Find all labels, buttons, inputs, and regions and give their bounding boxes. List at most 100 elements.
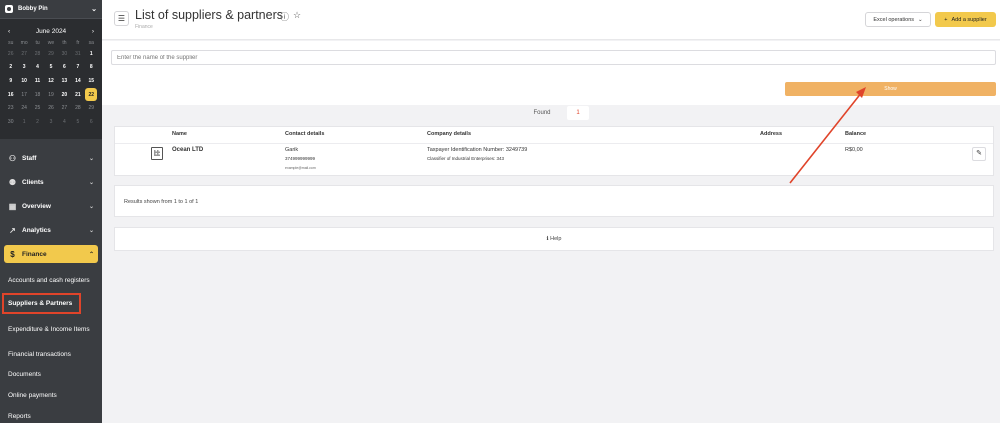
calendar-day[interactable]: 26 xyxy=(44,101,57,115)
calendar-day[interactable]: 29 xyxy=(85,101,98,115)
excel-operations-button[interactable]: Excel operations ⌄ xyxy=(865,12,931,27)
sidebar-sub-transactions[interactable]: Financial transactions xyxy=(0,344,102,364)
sidebar-item-label: Finance xyxy=(22,250,47,258)
sidebar-item-clients[interactable]: ⚉ Clients ⌄ xyxy=(0,170,102,194)
calendar-today[interactable]: 22 xyxy=(85,87,98,102)
plus-icon: + xyxy=(944,16,948,23)
calendar-day[interactable]: 15 xyxy=(85,74,98,88)
user-switcher[interactable]: Bobby Pin ⌄ xyxy=(0,0,102,19)
calendar-day[interactable]: 10 xyxy=(17,74,30,88)
trend-icon: ↗ xyxy=(9,225,16,235)
calendar: ‹ June 2024 › su mo tu we th fr sa 26 27 28 29 30 31… xyxy=(0,19,102,139)
chevron-down-icon: ⌄ xyxy=(918,16,923,23)
sidebar-sub-online-payments[interactable]: Online payments xyxy=(0,385,102,406)
chevron-up-icon: ⌃ xyxy=(88,251,94,258)
calendar-day[interactable]: 6 xyxy=(85,115,98,129)
calendar-day[interactable]: 30 xyxy=(58,47,71,61)
calendar-day[interactable]: 23 xyxy=(4,101,17,115)
calendar-day[interactable]: 16 xyxy=(4,88,17,102)
calendar-day[interactable]: 8 xyxy=(85,61,98,75)
calendar-day[interactable]: 27 xyxy=(17,47,30,61)
sidebar-sub-accounts[interactable]: Accounts and cash registers xyxy=(0,266,102,294)
calendar-day[interactable]: 28 xyxy=(71,101,84,115)
calendar-day[interactable]: 3 xyxy=(17,61,30,75)
found-count: 1 xyxy=(567,106,589,120)
calendar-day[interactable]: 25 xyxy=(31,101,44,115)
calendar-day[interactable]: 9 xyxy=(4,74,17,88)
calendar-day-name: su xyxy=(8,39,14,46)
sidebar-sub-reports[interactable]: Reports xyxy=(0,406,102,423)
column-header-name: Name xyxy=(172,131,187,137)
page-header: ☰ List of suppliers & partners ⓘ ☆ Finan… xyxy=(102,0,1000,40)
chevron-down-icon: ⌄ xyxy=(88,227,94,234)
logo-icon xyxy=(5,5,13,13)
results-summary: Results shown from 1 to 1 of 1 xyxy=(114,185,994,217)
add-supplier-button[interactable]: + Add a supplier xyxy=(935,12,996,27)
calendar-day[interactable]: 14 xyxy=(71,74,84,88)
star-icon[interactable]: ☆ xyxy=(293,10,301,23)
chevron-down-icon: ⌄ xyxy=(88,179,94,186)
calendar-day[interactable]: 24 xyxy=(17,101,30,115)
calendar-day[interactable]: 2 xyxy=(4,61,17,75)
found-counter: Found 1 xyxy=(517,106,589,120)
sidebar-item-label: Clients xyxy=(22,178,44,186)
calendar-day[interactable]: 26 xyxy=(4,47,17,61)
found-label: Found xyxy=(517,106,567,120)
column-header-address: Address xyxy=(760,131,783,137)
calendar-day[interactable]: 2 xyxy=(31,115,44,129)
calendar-day[interactable]: 29 xyxy=(44,47,57,61)
calendar-day-name: sa xyxy=(88,39,94,46)
supplier-search-input[interactable] xyxy=(111,50,996,65)
sidebar-sub-documents[interactable]: Documents xyxy=(0,364,102,385)
calendar-day[interactable]: 19 xyxy=(44,88,57,102)
help-link[interactable]: ℹ Help xyxy=(114,227,994,251)
supplier-name[interactable]: Ocean LTD xyxy=(172,147,203,153)
calendar-day[interactable]: 4 xyxy=(58,115,71,129)
breadcrumb[interactable]: Finance xyxy=(135,24,153,30)
contact-phone: 374999999999 xyxy=(285,156,316,161)
sidebar-item-analytics[interactable]: ↗ Analytics ⌄ xyxy=(0,218,102,242)
sidebar: Bobby Pin ⌄ ‹ June 2024 › su mo tu we th fr sa… xyxy=(0,0,102,423)
info-icon[interactable]: ⓘ xyxy=(280,10,289,23)
info-icon: ℹ xyxy=(546,236,549,242)
calendar-day[interactable]: 30 xyxy=(4,115,17,129)
column-header-balance: Balance xyxy=(845,131,867,137)
calendar-day[interactable]: 7 xyxy=(71,61,84,75)
hamburger-menu-button[interactable]: ☰ xyxy=(114,11,129,26)
sidebar-sub-expenditure[interactable]: Expenditure & Income Items xyxy=(0,314,102,344)
calendar-day-name: mo xyxy=(20,39,28,46)
prev-month-button[interactable]: ‹ xyxy=(8,28,10,35)
grid-icon: ▦ xyxy=(8,201,17,211)
show-button[interactable]: Show xyxy=(785,82,996,96)
filter-panel: Show xyxy=(102,41,1000,105)
calendar-day[interactable]: 27 xyxy=(58,101,71,115)
sidebar-item-overview[interactable]: ▦ Overview ⌄ xyxy=(0,194,102,218)
calendar-day[interactable]: 13 xyxy=(58,74,71,88)
calendar-day[interactable]: 17 xyxy=(17,88,30,102)
chevron-down-icon: ⌄ xyxy=(88,203,94,210)
sidebar-sub-suppliers[interactable]: Suppliers & Partners xyxy=(2,293,81,314)
chevron-down-icon: ⌄ xyxy=(91,6,97,13)
edit-pencil-icon[interactable]: ✎ xyxy=(972,147,986,161)
help-label: Help xyxy=(550,236,562,242)
calendar-day[interactable]: 28 xyxy=(31,47,44,61)
next-month-button[interactable]: › xyxy=(92,28,94,35)
calendar-day[interactable]: 31 xyxy=(71,47,84,61)
calendar-day-name: tu xyxy=(35,39,40,46)
calendar-day[interactable]: 21 xyxy=(71,88,84,102)
sidebar-item-finance[interactable]: $ Finance ⌃ xyxy=(4,245,98,263)
calendar-day[interactable]: 3 xyxy=(44,115,57,129)
calendar-day[interactable]: 1 xyxy=(85,47,98,61)
calendar-day[interactable]: 11 xyxy=(31,74,44,88)
calendar-day[interactable]: 12 xyxy=(44,74,57,88)
calendar-day[interactable]: 1 xyxy=(17,115,30,129)
calendar-day[interactable]: 4 xyxy=(31,61,44,75)
calendar-day[interactable]: 20 xyxy=(58,88,71,102)
calendar-day[interactable]: 6 xyxy=(58,61,71,75)
sidebar-item-staff[interactable]: ⚇ Staff ⌄ xyxy=(0,146,102,170)
calendar-day-name: th xyxy=(62,39,67,46)
calendar-day[interactable]: 5 xyxy=(44,61,57,75)
sidebar-item-label: Overview xyxy=(22,202,51,210)
calendar-day[interactable]: 18 xyxy=(31,88,44,102)
calendar-day[interactable]: 5 xyxy=(71,115,84,129)
